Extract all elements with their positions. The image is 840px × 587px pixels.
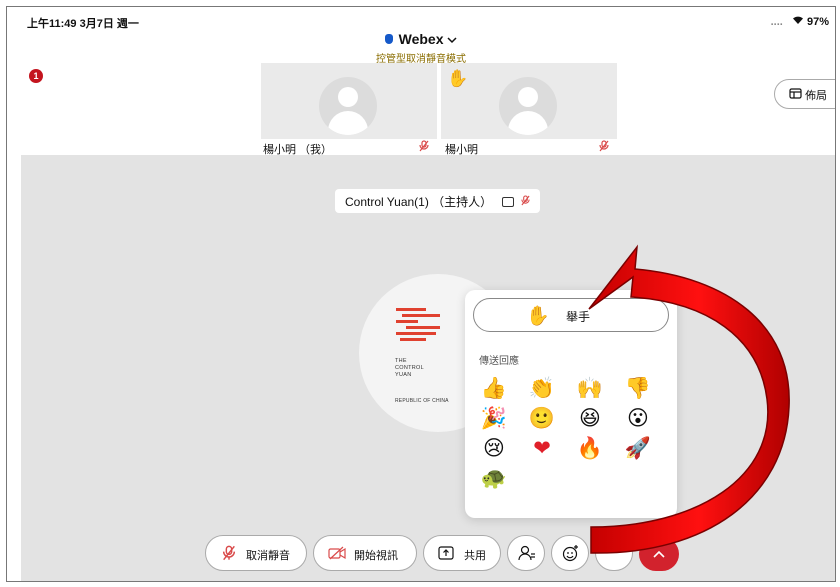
layout-button[interactable]: 佈局: [774, 79, 835, 109]
app-title-dropdown[interactable]: Webex: [7, 31, 835, 47]
participant-tile[interactable]: ✋: [441, 63, 617, 139]
share-button[interactable]: 共用: [423, 535, 501, 571]
turtle-icon[interactable]: 🐢: [479, 464, 509, 494]
reactions-panel: ✋ 舉手 傳送回應 👍 👏 🙌 👎 🎉 🙂 😆 😮 😢 ❤ 🔥 🚀 🐢: [465, 290, 677, 518]
video-off-icon: [328, 546, 346, 563]
wifi-icon: [792, 16, 807, 28]
muted-mic-icon: [222, 545, 236, 564]
laughing-icon[interactable]: 😆: [575, 404, 605, 434]
battery-percent: 97%: [806, 16, 829, 28]
layout-grid-icon: [789, 88, 805, 102]
surprised-icon[interactable]: 😮: [623, 404, 653, 434]
logo-text: THE CONTROL YUAN: [395, 358, 424, 378]
share-label: 共用: [464, 550, 486, 562]
logo-subtext: REPUBLIC OF CHINA: [395, 398, 449, 404]
speed-icon[interactable]: 🚀: [623, 434, 653, 464]
share-screen-icon: [438, 546, 454, 563]
raised-hand-icon: ✋: [526, 306, 550, 327]
participants-button[interactable]: [507, 535, 545, 571]
fire-icon[interactable]: 🔥: [575, 434, 605, 464]
presenter-label: Control Yuan(1) （主持人）: [335, 189, 540, 213]
raise-hand-button[interactable]: ✋ 舉手: [473, 298, 669, 332]
send-reaction-header: 傳送回應: [479, 356, 519, 367]
unmute-label: 取消靜音: [246, 550, 290, 562]
status-time: 上午11:49 3月7日 週一: [27, 18, 139, 30]
signal-dots: ....: [770, 16, 783, 28]
avatar-icon: [499, 77, 557, 135]
clapping-icon[interactable]: 👏: [527, 374, 557, 404]
participants-icon: [518, 545, 536, 566]
app-title-text: Webex: [398, 31, 444, 47]
thumbs-down-icon[interactable]: 👎: [623, 374, 653, 404]
status-indicators: .... 97%: [771, 15, 829, 28]
sad-icon[interactable]: 😢: [479, 434, 509, 464]
thumbs-up-icon[interactable]: 👍: [479, 374, 509, 404]
avatar-icon: [319, 77, 377, 135]
end-call-button[interactable]: [639, 537, 679, 571]
participant-tile[interactable]: [261, 63, 437, 139]
chevron-down-icon: [447, 31, 457, 47]
smile-icon[interactable]: 🙂: [527, 404, 557, 434]
reaction-smiley-icon: [562, 544, 580, 567]
heart-icon[interactable]: ❤: [527, 434, 557, 464]
more-options-button[interactable]: [595, 535, 633, 571]
celebrate-hands-icon[interactable]: 🙌: [575, 374, 605, 404]
sharing-icon: [501, 197, 514, 207]
app-window: 上午11:49 3月7日 週一 .... 97% Webex 控管型取消靜音模式…: [6, 6, 836, 582]
secure-shield-icon: [384, 34, 393, 44]
raised-hand-icon: ✋: [447, 69, 469, 88]
muted-mic-icon: [599, 140, 609, 155]
raise-hand-label: 舉手: [566, 310, 591, 324]
control-yuan-logo-icon: [396, 308, 440, 351]
layout-button-label: 佈局: [805, 90, 828, 102]
muted-mic-icon: [521, 195, 530, 209]
start-video-label: 開始視訊: [354, 550, 398, 562]
muted-mic-icon: [419, 140, 429, 155]
chevron-up-icon: [653, 545, 665, 561]
reactions-button[interactable]: [551, 535, 589, 571]
party-popper-icon[interactable]: 🎉: [479, 404, 509, 434]
start-video-button[interactable]: 開始視訊: [313, 535, 417, 571]
unmute-button[interactable]: 取消靜音: [205, 535, 307, 571]
presenter-name: Control Yuan(1) （主持人）: [345, 195, 493, 209]
notification-badge[interactable]: 1: [29, 69, 43, 83]
